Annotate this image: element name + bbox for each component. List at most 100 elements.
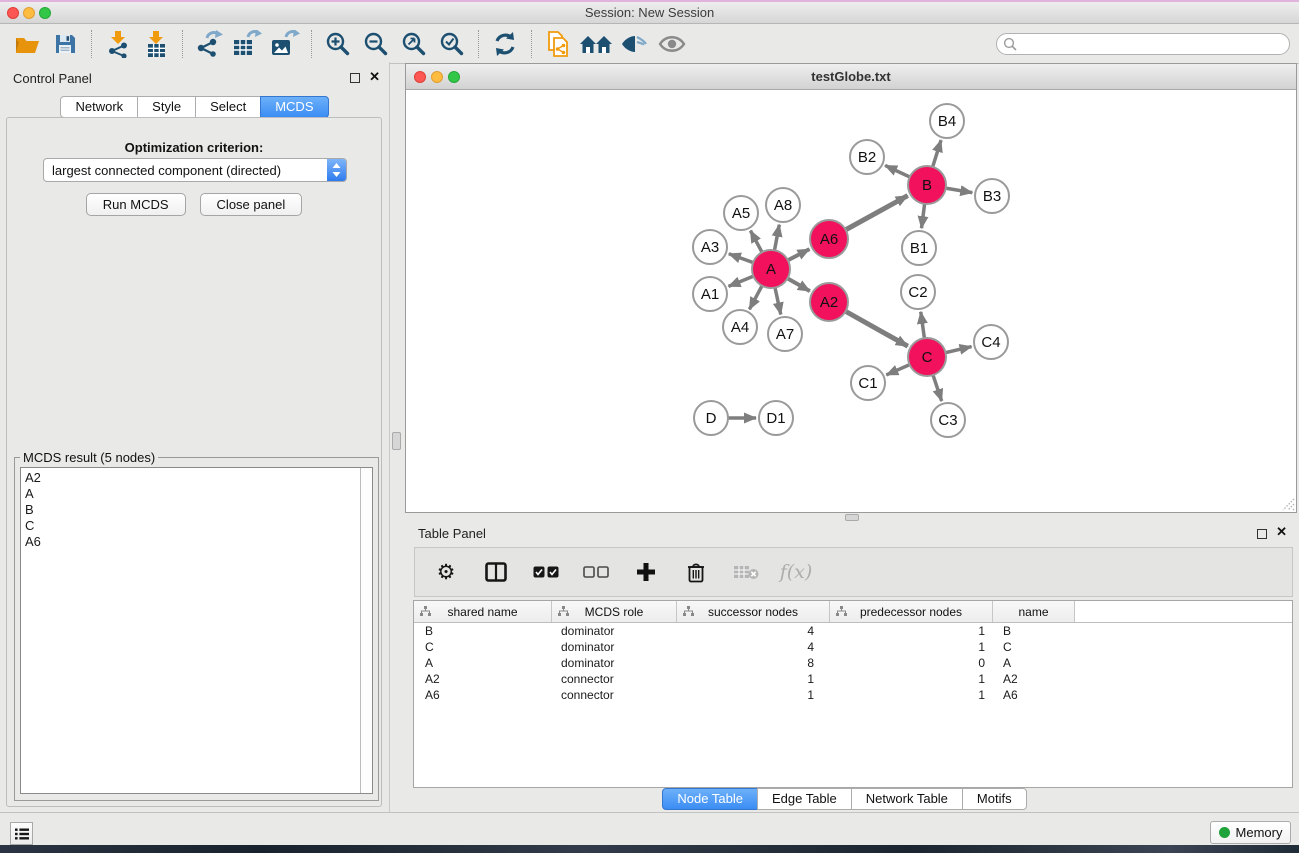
show-task-history-button[interactable] <box>10 822 33 845</box>
table-row[interactable]: A dominator 8 0 A <box>414 655 1292 671</box>
window-resize-grip[interactable] <box>1279 495 1295 511</box>
cell-predecessor-nodes[interactable]: 1 <box>830 623 993 639</box>
mcds-result-item[interactable]: A2 <box>21 468 372 486</box>
cell-mcds-role[interactable]: dominator <box>552 655 677 671</box>
cell-shared-name[interactable]: C <box>414 639 552 655</box>
criterion-select[interactable]: largest connected component (directed) <box>43 158 347 182</box>
cell-name[interactable]: A6 <box>993 687 1075 703</box>
graph-node-A4[interactable]: A4 <box>723 310 757 344</box>
graph-node-B3[interactable]: B3 <box>975 179 1009 213</box>
zoom-selected-button[interactable] <box>433 28 471 60</box>
cell-shared-name[interactable]: A2 <box>414 671 552 687</box>
panel-splitter-handle-vertical[interactable] <box>392 432 401 450</box>
tab-network-table[interactable]: Network Table <box>851 788 963 810</box>
import-table-button[interactable] <box>137 28 175 60</box>
export-table-button[interactable] <box>228 28 266 60</box>
cell-successor-nodes[interactable]: 4 <box>677 623 830 639</box>
float-table-panel-button[interactable] <box>1257 529 1267 539</box>
cell-mcds-role[interactable]: dominator <box>552 639 677 655</box>
close-panel-button-mcds[interactable]: Close panel <box>200 193 303 216</box>
tab-mcds[interactable]: MCDS <box>260 96 328 118</box>
export-image-button[interactable] <box>266 28 304 60</box>
open-session-button[interactable] <box>8 28 46 60</box>
cell-predecessor-nodes[interactable]: 0 <box>830 655 993 671</box>
tab-motifs[interactable]: Motifs <box>962 788 1027 810</box>
delete-columns-button[interactable] <box>683 559 709 585</box>
tab-select[interactable]: Select <box>195 96 261 118</box>
graph-node-B4[interactable]: B4 <box>930 104 964 138</box>
graph-node-C[interactable]: C <box>908 338 946 376</box>
show-column-button[interactable] <box>483 559 509 585</box>
graph-node-A3[interactable]: A3 <box>693 230 727 264</box>
cell-shared-name[interactable]: A6 <box>414 687 552 703</box>
cell-successor-nodes[interactable]: 8 <box>677 655 830 671</box>
column-header-predecessor-nodes[interactable]: predecessor nodes <box>830 601 993 622</box>
cell-name[interactable]: C <box>993 639 1075 655</box>
cell-shared-name[interactable]: A <box>414 655 552 671</box>
memory-button[interactable]: Memory <box>1210 821 1291 844</box>
unselect-all-columns-button[interactable] <box>583 559 609 585</box>
cell-successor-nodes[interactable]: 1 <box>677 671 830 687</box>
import-network-button[interactable] <box>99 28 137 60</box>
network-graph[interactable]: AA1A2A3A4A5A6A7A8BB1B2B3B4CC1C2C3C4DD1 <box>406 90 1296 512</box>
cell-name[interactable]: A2 <box>993 671 1075 687</box>
cell-mcds-role[interactable]: dominator <box>552 623 677 639</box>
toolbar-search-field[interactable] <box>996 33 1290 55</box>
graph-node-A2[interactable]: A2 <box>810 283 848 321</box>
graph-node-C1[interactable]: C1 <box>851 366 885 400</box>
mcds-result-item[interactable]: C <box>21 518 372 534</box>
table-row[interactable]: C dominator 4 1 C <box>414 639 1292 655</box>
home-view-button[interactable] <box>577 28 615 60</box>
search-input[interactable] <box>1018 35 1289 53</box>
column-header-mcds-role[interactable]: MCDS role <box>552 601 677 622</box>
mcds-result-item[interactable]: B <box>21 502 372 518</box>
table-row[interactable]: B dominator 4 1 B <box>414 623 1292 639</box>
delete-table-button[interactable] <box>733 559 759 585</box>
table-row[interactable]: A2 connector 1 1 A2 <box>414 671 1292 687</box>
graph-node-B1[interactable]: B1 <box>902 231 936 265</box>
graph-node-A6[interactable]: A6 <box>810 220 848 258</box>
cell-predecessor-nodes[interactable]: 1 <box>830 639 993 655</box>
cell-predecessor-nodes[interactable]: 1 <box>830 687 993 703</box>
select-all-columns-button[interactable] <box>533 559 559 585</box>
graph-node-D[interactable]: D <box>694 401 728 435</box>
cell-successor-nodes[interactable]: 4 <box>677 639 830 655</box>
tab-edge-table[interactable]: Edge Table <box>757 788 852 810</box>
cell-predecessor-nodes[interactable]: 1 <box>830 671 993 687</box>
tab-network[interactable]: Network <box>60 96 138 118</box>
cell-shared-name[interactable]: B <box>414 623 552 639</box>
column-header-shared-name[interactable]: shared name <box>414 601 552 622</box>
graph-node-C3[interactable]: C3 <box>931 403 965 437</box>
graph-node-D1[interactable]: D1 <box>759 401 793 435</box>
export-network-button[interactable] <box>190 28 228 60</box>
graph-node-A7[interactable]: A7 <box>768 317 802 351</box>
cell-name[interactable]: B <box>993 623 1075 639</box>
tab-node-table[interactable]: Node Table <box>662 788 758 810</box>
create-column-button[interactable] <box>633 559 659 585</box>
zoom-in-button[interactable] <box>319 28 357 60</box>
zoom-out-button[interactable] <box>357 28 395 60</box>
float-panel-button[interactable] <box>350 73 360 83</box>
graph-node-A[interactable]: A <box>752 250 790 288</box>
graph-node-C4[interactable]: C4 <box>974 325 1008 359</box>
tab-style[interactable]: Style <box>137 96 196 118</box>
cell-mcds-role[interactable]: connector <box>552 671 677 687</box>
cell-name[interactable]: A <box>993 655 1075 671</box>
run-mcds-button[interactable]: Run MCDS <box>86 193 186 216</box>
hide-graphics-details-button[interactable] <box>615 28 653 60</box>
close-table-panel-button[interactable]: ✕ <box>1276 524 1287 540</box>
save-session-button[interactable] <box>46 28 84 60</box>
column-header-name[interactable]: name <box>993 601 1075 622</box>
graph-node-A1[interactable]: A1 <box>693 277 727 311</box>
cell-successor-nodes[interactable]: 1 <box>677 687 830 703</box>
mcds-result-item[interactable]: A6 <box>21 534 372 550</box>
graph-node-B2[interactable]: B2 <box>850 140 884 174</box>
table-row[interactable]: A6 connector 1 1 A6 <box>414 687 1292 703</box>
column-header-successor-nodes[interactable]: successor nodes <box>677 601 830 622</box>
table-settings-button[interactable]: ⚙ <box>433 559 459 585</box>
function-builder-button[interactable]: f(x) <box>783 559 809 585</box>
apply-layout-button[interactable] <box>486 28 524 60</box>
copy-network-button[interactable] <box>539 28 577 60</box>
graph-node-B[interactable]: B <box>908 166 946 204</box>
graph-node-A5[interactable]: A5 <box>724 196 758 230</box>
